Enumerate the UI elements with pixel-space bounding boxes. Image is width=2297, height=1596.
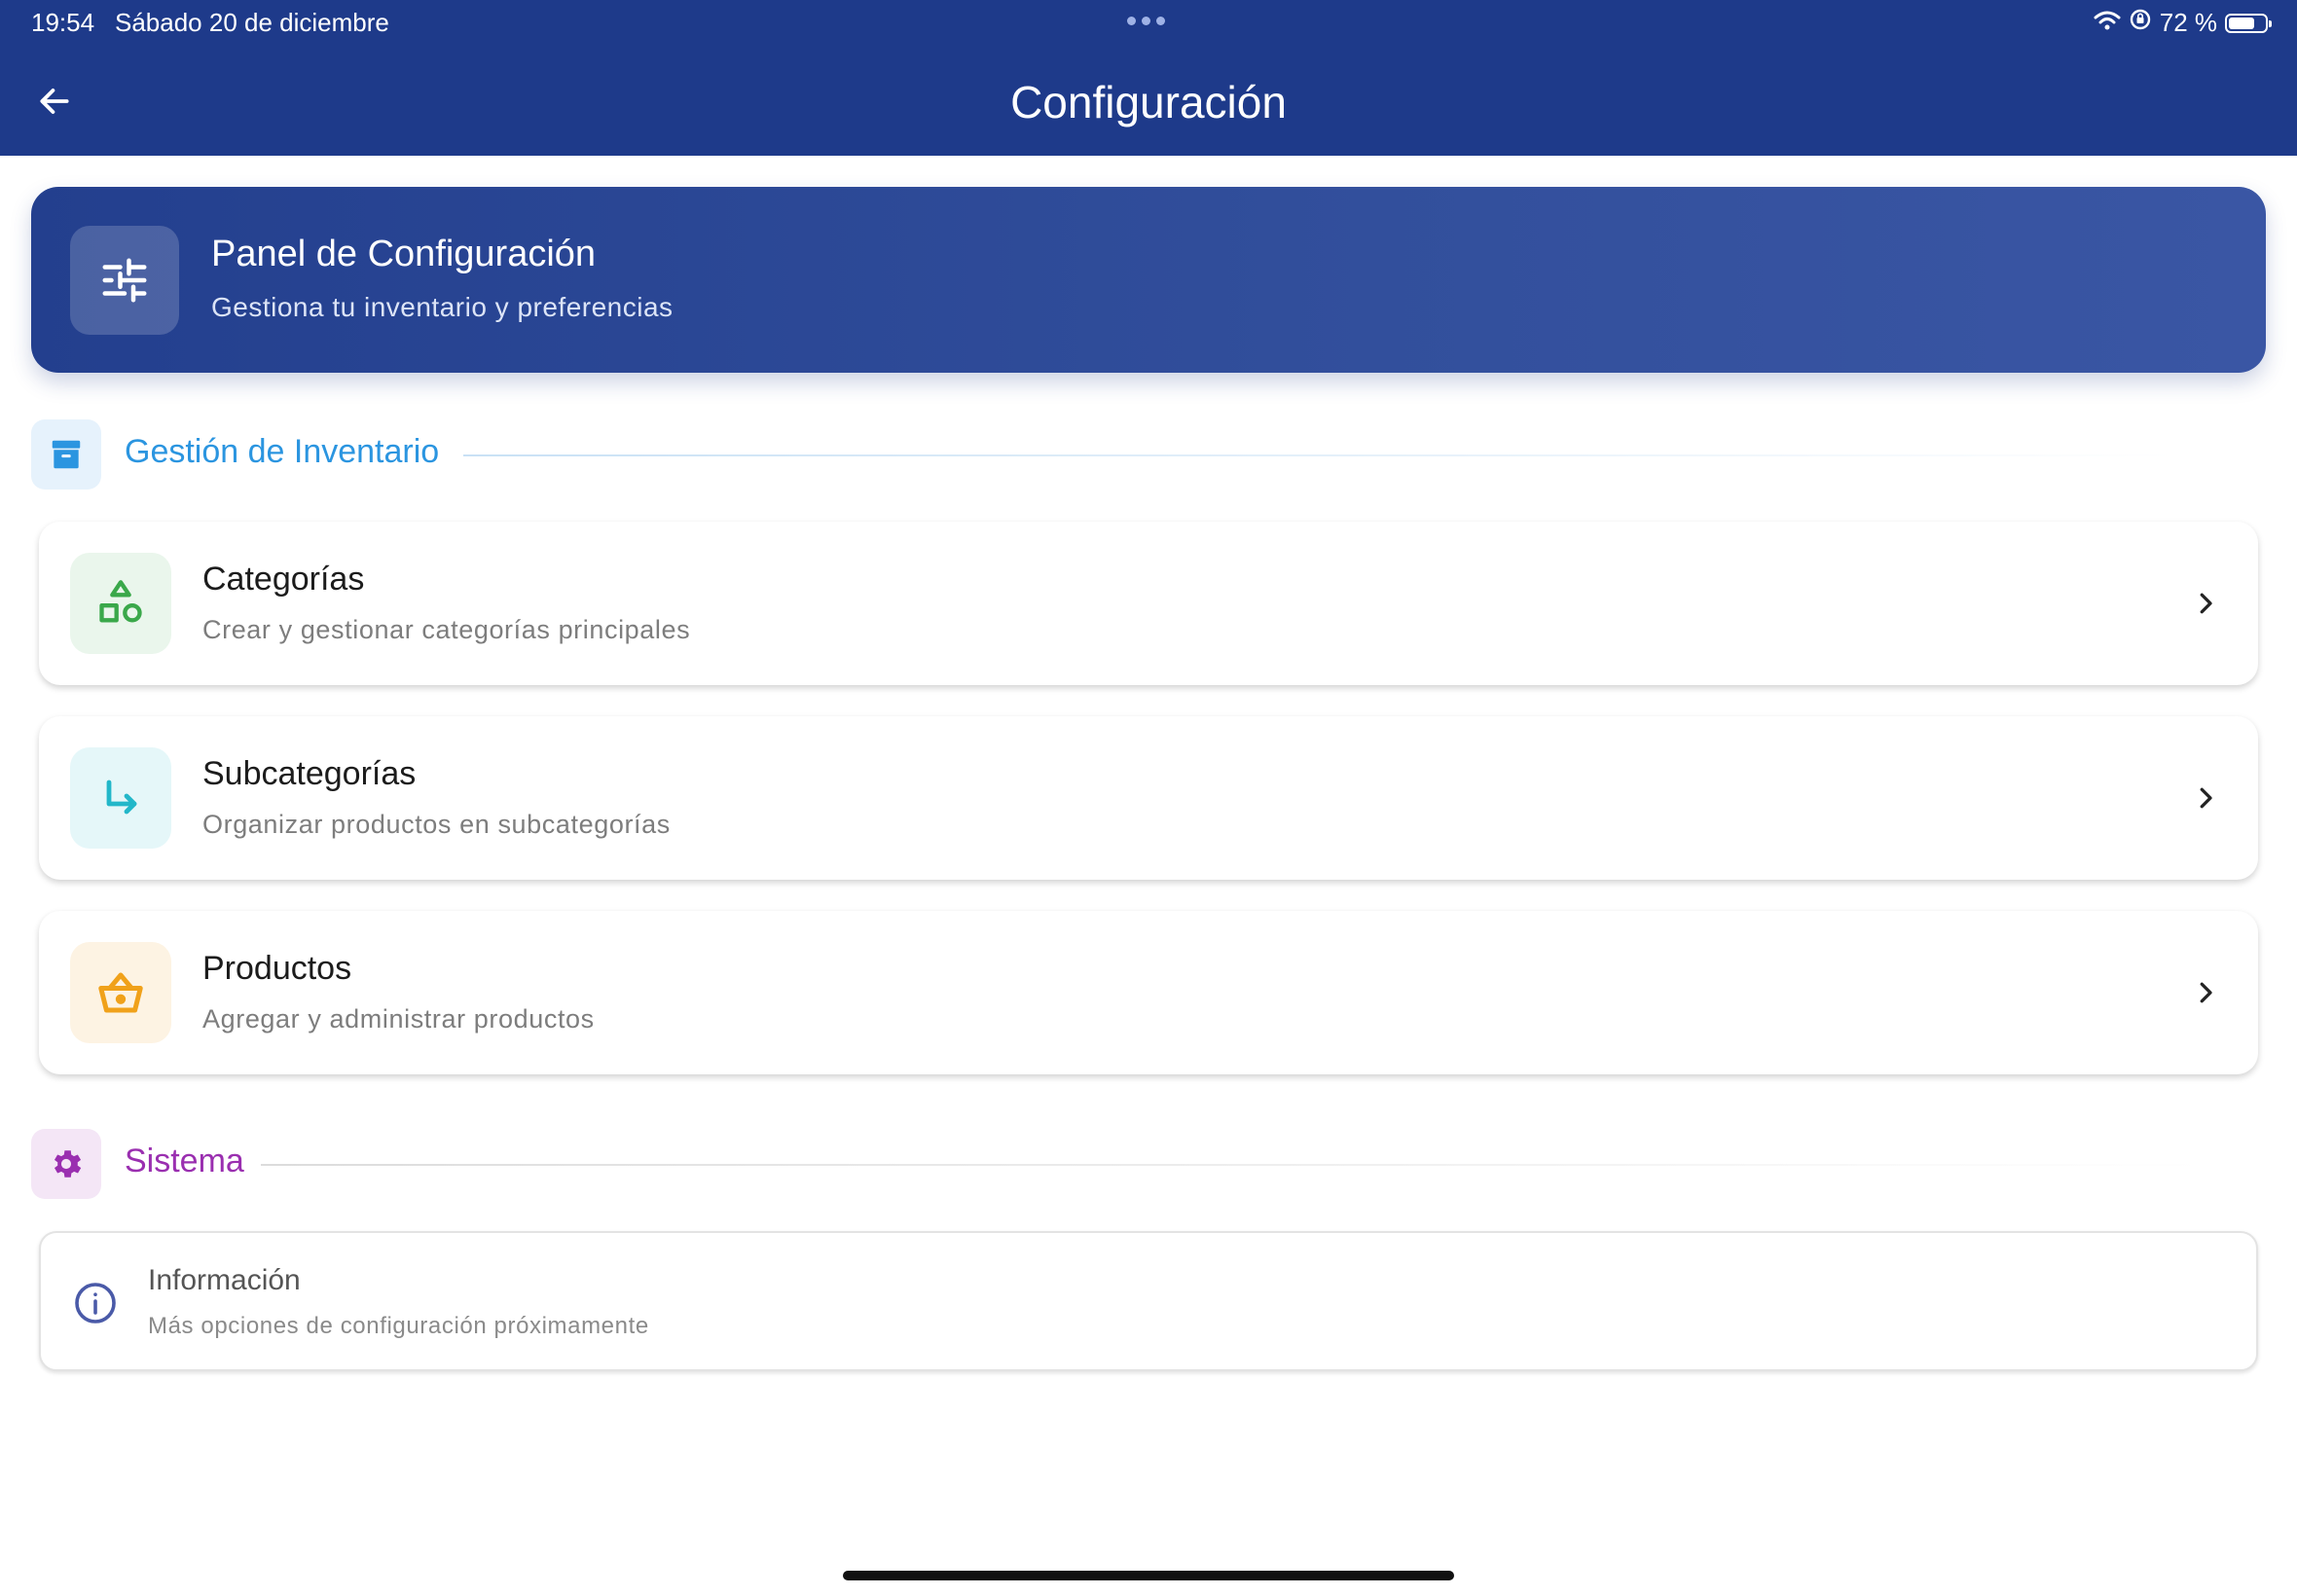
section-inventory-title: Gestión de Inventario bbox=[125, 433, 440, 470]
info-subtitle: Más opciones de configuración próximamen… bbox=[148, 1313, 649, 1339]
sliders-icon bbox=[70, 226, 179, 335]
categories-subtitle: Crear y gestionar categorías principales bbox=[202, 615, 691, 644]
hero-subtitle: Gestiona tu inventario y preferencias bbox=[211, 292, 674, 322]
products-subtitle: Agregar y administrar productos bbox=[202, 1004, 595, 1034]
status-bar: 19:54 Sábado 20 de diciembre 72 % bbox=[0, 0, 2297, 47]
basket-icon bbox=[70, 942, 171, 1043]
categories-card[interactable]: Categorías Crear y gestionar categorías … bbox=[39, 522, 2258, 685]
multitasking-dots-icon[interactable] bbox=[1127, 17, 1165, 25]
archive-box-icon bbox=[31, 419, 101, 490]
subcategories-subtitle: Organizar productos en subcategorías bbox=[202, 810, 671, 839]
categories-title: Categorías bbox=[202, 561, 365, 598]
section-inventory-header: Gestión de Inventario bbox=[31, 419, 2266, 490]
config-panel-banner: Panel de Configuración Gestiona tu inven… bbox=[31, 187, 2266, 373]
section-divider bbox=[261, 1164, 2207, 1166]
app-header: 19:54 Sábado 20 de diciembre 72 % Config… bbox=[0, 0, 2297, 156]
products-title: Productos bbox=[202, 950, 352, 987]
chevron-right-icon bbox=[2182, 969, 2229, 1016]
battery-percent: 72 % bbox=[2159, 8, 2217, 37]
section-system-title: Sistema bbox=[125, 1143, 244, 1179]
gear-icon bbox=[31, 1129, 101, 1199]
shapes-icon bbox=[70, 553, 171, 654]
section-divider bbox=[463, 454, 2176, 456]
subcategories-card[interactable]: Subcategorías Organizar productos en sub… bbox=[39, 716, 2258, 880]
subcategories-title: Subcategorías bbox=[202, 755, 417, 792]
page-title: Configuración bbox=[1010, 77, 1287, 127]
status-time: 19:54 bbox=[31, 8, 95, 37]
chevron-right-icon bbox=[2182, 580, 2229, 627]
info-circle-icon bbox=[72, 1280, 119, 1326]
section-system-header: Sistema bbox=[31, 1129, 2266, 1199]
home-indicator[interactable] bbox=[843, 1571, 1454, 1580]
wifi-icon bbox=[2094, 8, 2121, 38]
subdirectory-arrow-icon bbox=[70, 747, 171, 849]
status-right: 72 % bbox=[2094, 8, 2272, 38]
status-date: Sábado 20 de diciembre bbox=[115, 8, 389, 37]
chevron-right-icon bbox=[2182, 775, 2229, 821]
info-card: Información Más opciones de configuració… bbox=[39, 1231, 2258, 1371]
hero-title: Panel de Configuración bbox=[211, 234, 597, 274]
battery-icon bbox=[2225, 13, 2272, 33]
orientation-lock-icon bbox=[2129, 8, 2152, 38]
products-card[interactable]: Productos Agregar y administrar producto… bbox=[39, 911, 2258, 1074]
info-title: Información bbox=[148, 1264, 301, 1296]
